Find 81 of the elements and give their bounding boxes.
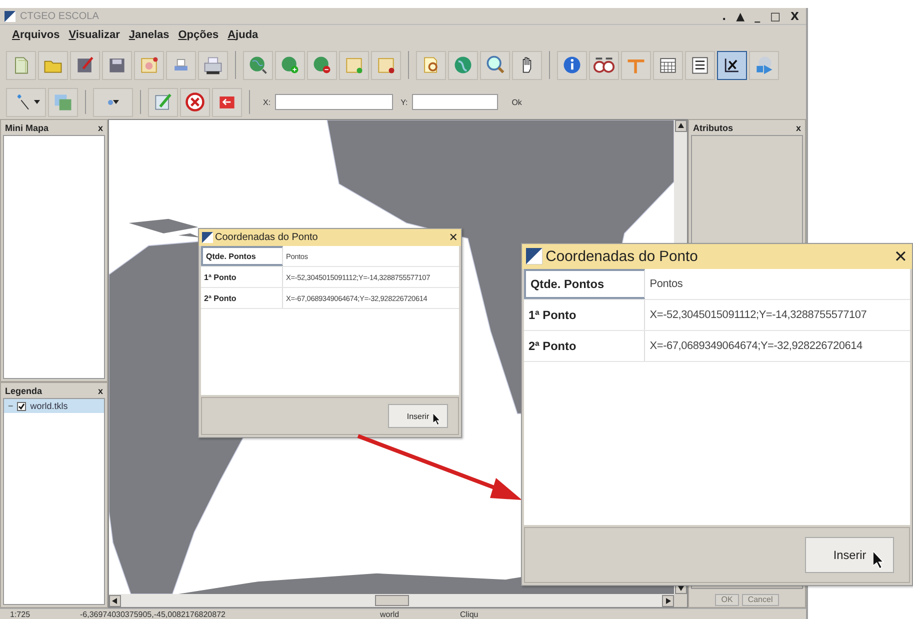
globe-icon [452, 54, 474, 76]
panel-title: Atributos [693, 122, 733, 132]
pencil-document-icon [152, 91, 174, 113]
collapse-toggle[interactable]: − [8, 401, 14, 411]
dialog-title: Coordenadas do Ponto [546, 248, 699, 265]
caret-icon [112, 100, 118, 104]
toolbar-button[interactable] [512, 50, 542, 80]
window-title: CTGEO ESCOLA [20, 10, 100, 22]
menu-item[interactable]: Janelas [128, 29, 170, 41]
row-label: 2ª Ponto [524, 331, 646, 362]
list-icon [689, 54, 711, 76]
toolbar-button[interactable] [717, 50, 747, 80]
window-control-button[interactable]: ▲ [733, 10, 748, 22]
arrow-icon [678, 585, 684, 591]
mouse-cursor-icon [872, 550, 884, 569]
app-logo-icon [4, 10, 16, 22]
toolbar-button[interactable] [685, 50, 715, 80]
delete-icon [184, 91, 206, 113]
column-header: Qtde. Pontos [524, 269, 646, 300]
close-button[interactable]: x [796, 122, 801, 132]
picture-icon [138, 54, 160, 76]
close-button[interactable]: x [98, 386, 103, 396]
close-button[interactable]: ✕ [448, 231, 458, 244]
scrollbar-thumb[interactable] [374, 595, 408, 606]
status-text: -6,36974030375905,-45,0082176820872 [79, 610, 226, 618]
column-header: Pontos [648, 277, 684, 292]
toolbar-button[interactable] [653, 50, 683, 80]
close-button[interactable]: ✕ [894, 247, 908, 266]
status-text: Cliqu [459, 610, 480, 618]
window-control-button[interactable]: □ [767, 10, 784, 22]
table-cell-text: X=-52,3045015091112;Y=-14,3288755577107 [648, 308, 868, 324]
printer-icon [202, 54, 224, 76]
scroll-right-button[interactable] [662, 594, 674, 606]
y-label: Y: [400, 98, 408, 106]
caret-icon [34, 100, 40, 104]
layer-checkbox[interactable] [17, 402, 26, 410]
arrow-icon [112, 598, 118, 604]
column-header: Qtde. Pontos [201, 246, 283, 266]
panel-title: Mini Mapa [5, 122, 49, 132]
globe-magnifier-icon [247, 54, 269, 76]
horizontal-scrollbar[interactable] [109, 594, 674, 607]
status-text: world [379, 610, 400, 618]
menu-item[interactable]: Visualizar [68, 29, 120, 41]
close-button[interactable]: x [98, 122, 103, 132]
info-icon [561, 54, 583, 76]
layer-row[interactable]: − world.tkls [4, 399, 104, 413]
arrow-icon [665, 598, 671, 604]
globe-minus-icon [311, 54, 333, 76]
toolbar-button[interactable] [589, 50, 619, 80]
insert-button[interactable]: Inserir [388, 404, 448, 428]
menu-item[interactable]: Opções [178, 29, 219, 41]
menu-item[interactable]: Arquivos [12, 29, 60, 41]
window-control-button[interactable]: X [788, 10, 802, 22]
toolbar-button[interactable] [198, 50, 228, 80]
mouse-cursor-icon [433, 413, 441, 425]
scroll-left-button[interactable] [109, 594, 121, 606]
window-control-button[interactable]: _ [752, 10, 764, 22]
window-control-button[interactable]: . [718, 10, 730, 22]
row-label: 1ª Ponto [201, 267, 283, 287]
y-input-field[interactable] [412, 94, 498, 110]
layer-name: world.tkls [30, 401, 68, 411]
insert-button[interactable]: Inserir [805, 537, 894, 573]
window-logo-icon [202, 232, 213, 243]
menu-item[interactable]: Ajuda [228, 29, 258, 41]
window-logo-icon [526, 248, 543, 265]
x-label: X: [263, 98, 271, 106]
magnifier-icon [484, 54, 506, 76]
row-label: 2ª Ponto [201, 288, 283, 308]
row-label: 1ª Ponto [524, 300, 646, 330]
panel-title: Legenda [5, 386, 42, 396]
ok-button[interactable]: Ok [506, 96, 528, 108]
table-cell-text: X=-67,0689349064674;Y=-32,928226720614 [648, 339, 864, 354]
point-icon [108, 100, 112, 104]
toolbar-button[interactable] [180, 88, 210, 116]
status-text: 1:725 [9, 610, 32, 618]
scroll-up-button[interactable] [674, 120, 686, 132]
island-shape [128, 218, 200, 238]
dialog-title: Coordenadas do Ponto [215, 232, 319, 243]
globe-plus-icon [279, 54, 301, 76]
arrow-icon [678, 123, 684, 129]
x-input-field[interactable] [274, 94, 393, 110]
